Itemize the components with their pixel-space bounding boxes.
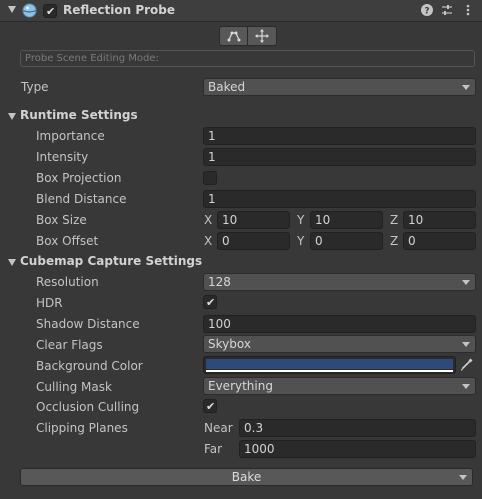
occlusion-culling-checkbox[interactable]: ✔ [203,399,217,413]
component-header[interactable]: ✔ Reflection Probe ? [0,0,482,22]
preset-icon[interactable] [440,3,454,17]
chevron-down-icon [459,475,467,480]
more-options-icon[interactable] [461,3,475,17]
importance-field[interactable]: 1 [203,127,476,145]
clear-flags-label: Clear Flags [36,338,103,352]
check-icon: ✔ [46,5,56,18]
runtime-foldout-icon[interactable] [8,113,16,120]
resolution-label: Resolution [36,275,99,289]
type-value: Baked [208,80,246,94]
box-size-x-label: X [204,213,213,227]
blend-distance-label: Blend Distance [36,192,127,206]
box-size-y-field[interactable]: 10 [310,211,383,229]
alpha-bar [206,370,453,372]
box-offset-z-field[interactable]: 0 [403,232,476,250]
bake-label: Bake [231,470,262,484]
help-icon[interactable]: ? [420,3,434,17]
enabled-checkbox[interactable]: ✔ [43,4,57,18]
culling-mask-dropdown[interactable]: Everything [203,377,476,395]
box-offset-y-field[interactable]: 0 [310,232,383,250]
box-size-z-field[interactable]: 10 [403,211,476,229]
edit-mode-toolbar [219,26,277,46]
edit-bounds-icon [227,31,240,42]
shadow-distance-label: Shadow Distance [36,317,140,331]
near-clip-field[interactable]: 0.3 [239,419,476,437]
clipping-planes-label: Clipping Planes [36,421,128,435]
box-offset-x-label: X [204,234,213,248]
shadow-distance-field[interactable]: 100 [203,315,476,333]
box-projection-label: Box Projection [36,171,122,185]
color-swatch [206,359,453,369]
box-offset-z-label: Z [390,234,399,248]
intensity-field[interactable]: 1 [203,148,476,166]
move-origin-icon [255,29,269,43]
box-size-label: Box Size [36,213,87,227]
resolution-value: 128 [208,275,231,289]
hdr-checkbox[interactable]: ✔ [203,295,217,309]
component-title: Reflection Probe [63,3,176,17]
blend-distance-field[interactable]: 1 [203,190,476,208]
culling-mask-label: Culling Mask [36,380,112,394]
chevron-down-icon [462,384,470,389]
check-icon: ✔ [206,296,216,309]
cubemap-foldout-icon[interactable] [8,259,16,266]
far-label: Far [204,442,223,456]
svg-text:?: ? [424,7,429,17]
type-label: Type [21,80,49,94]
background-color-field[interactable] [203,356,456,374]
box-offset-y-label: Y [297,234,305,248]
scene-editing-mode-box: Probe Scene Editing Mode: [20,50,475,67]
chevron-down-icon [462,85,470,90]
box-offset-x-field[interactable]: 0 [217,232,290,250]
box-size-x-field[interactable]: 10 [217,211,290,229]
intensity-label: Intensity [36,150,89,164]
near-label: Near [204,421,233,435]
bake-button[interactable]: Bake [20,468,473,486]
chevron-down-icon [462,280,470,285]
runtime-settings-header[interactable]: Runtime Settings [20,108,138,122]
box-size-y-label: Y [297,213,305,227]
move-origin-button[interactable] [248,26,277,46]
far-clip-field[interactable]: 1000 [239,440,476,458]
culling-mask-value: Everything [208,379,273,393]
type-dropdown[interactable]: Baked [203,78,476,96]
chevron-down-icon [462,342,470,347]
box-projection-checkbox[interactable] [203,171,217,185]
background-color-label: Background Color [36,359,143,373]
importance-label: Importance [36,129,105,143]
foldout-arrow-icon[interactable] [8,6,16,13]
resolution-dropdown[interactable]: 128 [203,273,476,291]
cubemap-settings-header[interactable]: Cubemap Capture Settings [20,254,202,268]
occlusion-culling-label: Occlusion Culling [36,400,140,414]
edit-bounds-button[interactable] [219,26,248,46]
clear-flags-dropdown[interactable]: Skybox [203,335,476,353]
hdr-label: HDR [36,296,63,310]
box-size-z-label: Z [390,213,399,227]
box-offset-label: Box Offset [36,234,99,248]
eyedropper-icon[interactable] [459,356,475,374]
reflection-probe-icon [22,3,37,18]
check-icon: ✔ [206,400,216,413]
clear-flags-value: Skybox [208,337,251,351]
